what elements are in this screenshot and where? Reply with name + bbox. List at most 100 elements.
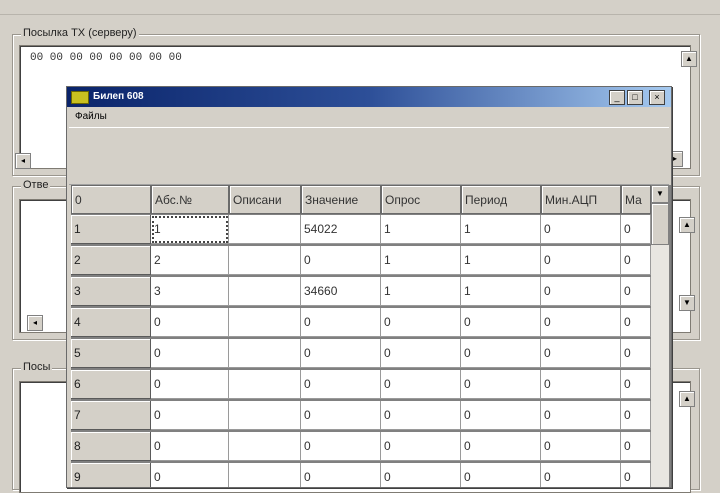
table-cell[interactable]: 0 (621, 370, 651, 399)
column-header[interactable]: Абс.№ (151, 185, 229, 214)
table-cell[interactable]: 0 (301, 339, 381, 368)
row-header[interactable]: 8 (71, 432, 151, 461)
table-cell[interactable]: 0 (151, 308, 229, 337)
row-header[interactable]: 2 (71, 246, 151, 275)
table-cell[interactable] (229, 401, 301, 430)
table-cell[interactable] (229, 308, 301, 337)
table-cell[interactable]: 2 (151, 246, 229, 275)
row-header[interactable]: 3 (71, 277, 151, 306)
scroll-left-icon[interactable]: ◂ (15, 153, 31, 169)
table-cell[interactable]: 0 (541, 432, 621, 461)
table-cell[interactable]: 1 (461, 277, 541, 306)
table-cell[interactable]: 0 (541, 370, 621, 399)
table-cell[interactable]: 1 (461, 215, 541, 244)
table-cell[interactable]: 0 (461, 401, 541, 430)
column-header[interactable]: Значение (301, 185, 381, 214)
column-header[interactable]: Мин.АЦП (541, 185, 621, 214)
table-cell[interactable] (229, 246, 301, 275)
table-cell[interactable] (229, 432, 301, 461)
table-cell[interactable]: 0 (461, 370, 541, 399)
minimize-button[interactable]: _ (609, 90, 625, 105)
table-cell[interactable]: 0 (621, 463, 651, 487)
table-cell[interactable]: 0 (621, 432, 651, 461)
table-cell[interactable]: 0 (621, 339, 651, 368)
table-cell[interactable]: 0 (381, 463, 461, 487)
table-cell[interactable]: 0 (621, 215, 651, 244)
answer-scroll-up-icon[interactable]: ▲ (679, 217, 695, 233)
data-grid[interactable]: 0 Абс.№ Описани Значение Опрос Период Ми… (71, 185, 671, 487)
table-cell[interactable]: 0 (461, 339, 541, 368)
column-header[interactable]: Опрос (381, 185, 461, 214)
table-cell[interactable]: 0 (151, 463, 229, 487)
maximize-button[interactable]: □ (627, 90, 643, 105)
table-cell[interactable]: 0 (461, 432, 541, 461)
table-cell[interactable]: 0 (301, 246, 381, 275)
column-header[interactable]: Описани (229, 185, 301, 214)
table-cell[interactable]: 0 (381, 432, 461, 461)
table-cell[interactable]: 3 (151, 277, 229, 306)
grid-vertical-scrollbar[interactable]: ▼ (651, 185, 669, 487)
table-cell[interactable] (229, 215, 301, 244)
row-header[interactable]: 5 (71, 339, 151, 368)
table-cell[interactable]: 0 (621, 401, 651, 430)
scroll-thumb[interactable] (651, 203, 669, 245)
table-cell[interactable]: 0 (301, 308, 381, 337)
table-cell[interactable]: 0 (151, 339, 229, 368)
row-header[interactable]: 6 (71, 370, 151, 399)
answer-scroll-down-icon[interactable]: ▼ (679, 295, 695, 311)
table-cell[interactable]: 0 (381, 370, 461, 399)
send-group-label: Посылка ТХ (серверу) (21, 27, 139, 39)
table-cell[interactable]: 1 (461, 246, 541, 275)
main-window-caption-strip (0, 0, 720, 15)
table-cell[interactable]: 0 (151, 401, 229, 430)
table-cell[interactable]: 0 (301, 463, 381, 487)
title-bar[interactable]: Билеп 608 _ □ × (67, 87, 671, 107)
table-cell[interactable]: 0 (461, 308, 541, 337)
table-cell[interactable]: 0 (541, 277, 621, 306)
table-cell[interactable]: 0 (301, 432, 381, 461)
menu-file[interactable]: Файлы (75, 111, 107, 122)
column-header[interactable]: Ма (621, 185, 651, 214)
table-cell[interactable] (229, 339, 301, 368)
table-cell[interactable]: 0 (541, 215, 621, 244)
table-cell[interactable]: 0 (461, 463, 541, 487)
table-cell[interactable]: 0 (301, 370, 381, 399)
table-cell[interactable]: 0 (541, 246, 621, 275)
window-title: Билеп 608 (93, 91, 144, 102)
scroll-up-icon[interactable]: ▲ (681, 51, 697, 67)
table-cell[interactable]: 0 (621, 246, 651, 275)
table-cell[interactable]: 0 (541, 401, 621, 430)
column-header[interactable]: Период (461, 185, 541, 214)
table-cell[interactable] (229, 277, 301, 306)
table-cell[interactable]: 34660 (301, 277, 381, 306)
table-cell[interactable]: 0 (541, 339, 621, 368)
table-cell[interactable]: 0 (151, 432, 229, 461)
third-scroll-up-icon[interactable]: ▲ (679, 391, 695, 407)
table-cell[interactable]: 1 (381, 246, 461, 275)
table-cell[interactable] (229, 370, 301, 399)
table-cell[interactable]: 54022 (301, 215, 381, 244)
menu-bar: Файлы (67, 108, 671, 126)
table-cell[interactable]: 0 (621, 308, 651, 337)
row-header[interactable]: 1 (71, 215, 151, 244)
table-cell[interactable]: 0 (151, 370, 229, 399)
close-button[interactable]: × (649, 90, 665, 105)
row-header[interactable]: 4 (71, 308, 151, 337)
table-cell[interactable]: 0 (381, 401, 461, 430)
grid-corner: 0 (71, 185, 151, 214)
row-header[interactable]: 9 (71, 463, 151, 487)
answer-scroll-left-icon[interactable]: ◂ (27, 315, 43, 331)
table-cell[interactable]: 1 (381, 277, 461, 306)
table-cell[interactable]: 0 (541, 308, 621, 337)
table-cell[interactable]: 0 (621, 277, 651, 306)
table-cell[interactable]: 1 (381, 215, 461, 244)
row-header[interactable]: 7 (71, 401, 151, 430)
toolbar-area (69, 127, 669, 185)
table-cell[interactable] (229, 463, 301, 487)
table-cell[interactable]: 0 (381, 308, 461, 337)
table-cell[interactable]: 0 (301, 401, 381, 430)
table-cell[interactable]: 0 (381, 339, 461, 368)
scroll-down-icon[interactable]: ▼ (651, 185, 669, 203)
table-cell[interactable]: 0 (541, 463, 621, 487)
table-cell[interactable]: 1 (151, 215, 229, 244)
